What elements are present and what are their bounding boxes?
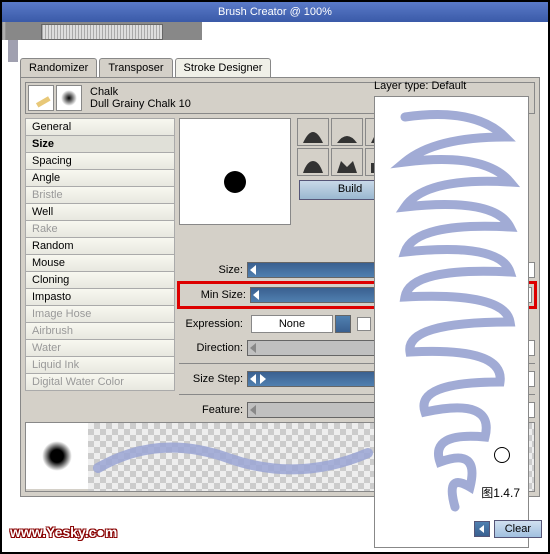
step-label: Size Step: [179, 373, 243, 385]
dab-thumb [26, 423, 88, 489]
preview-canvas[interactable]: 图1.4.7 [374, 96, 529, 548]
cat-random[interactable]: Random [25, 237, 175, 255]
cat-impasto[interactable]: Impasto [25, 288, 175, 306]
cat-size[interactable]: Size [25, 135, 175, 153]
brush-variant: Dull Grainy Chalk 10 [90, 98, 191, 110]
dab-preview [179, 118, 291, 225]
minsize-label: Min Size: [182, 289, 246, 301]
title-bar: Brush Creator @ 100% [2, 2, 548, 22]
brush-variant-icon[interactable] [56, 85, 82, 111]
expr-check[interactable] [357, 317, 371, 331]
cat-general[interactable]: General [25, 118, 175, 136]
cat-angle[interactable]: Angle [25, 169, 175, 187]
brush-category-icon[interactable] [28, 85, 54, 111]
feat-label: Feature: [179, 404, 243, 416]
cat-image-hose: Image Hose [25, 305, 175, 323]
cat-liquid-ink: Liquid Ink [25, 356, 175, 374]
grabber[interactable] [8, 40, 18, 62]
tabs: Randomizer Transposer Stroke Designer [20, 58, 540, 77]
expression-menu[interactable] [335, 315, 351, 333]
profile-1[interactable] [297, 118, 329, 146]
cat-well[interactable]: Well [25, 203, 175, 221]
layer-type: Layer type: Default [374, 80, 542, 92]
cat-rake: Rake [25, 220, 175, 238]
tab-stroke-designer[interactable]: Stroke Designer [175, 58, 272, 77]
expr-label: Expression: [179, 318, 243, 330]
size-label: Size: [179, 264, 243, 276]
cat-spacing[interactable]: Spacing [25, 152, 175, 170]
figure-label: 图1.4.7 [481, 484, 520, 501]
expression-select[interactable]: None [251, 315, 333, 333]
window-title: Brush Creator @ 100% [218, 6, 332, 18]
prev-stroke-button[interactable] [474, 521, 490, 537]
cat-water: Water [25, 339, 175, 357]
cat-bristle: Bristle [25, 186, 175, 204]
profile-4[interactable] [297, 148, 329, 176]
profile-5[interactable] [331, 148, 363, 176]
watermark: www.Yesky.c●m [10, 524, 117, 540]
cat-cloning[interactable]: Cloning [25, 271, 175, 289]
cat-dwc: Digital Water Color [25, 373, 175, 391]
category-list: General Size Spacing Angle Bristle Well … [25, 118, 175, 390]
profile-2[interactable] [331, 118, 363, 146]
clear-button[interactable]: Clear [494, 520, 542, 538]
tab-transposer[interactable]: Transposer [99, 58, 172, 77]
cursor-icon [494, 447, 510, 463]
brush-name: Chalk [90, 86, 191, 98]
dir-label: Direction: [179, 342, 243, 354]
ruler [2, 22, 202, 40]
cat-mouse[interactable]: Mouse [25, 254, 175, 272]
tab-randomizer[interactable]: Randomizer [20, 58, 97, 77]
cat-airbrush: Airbrush [25, 322, 175, 340]
